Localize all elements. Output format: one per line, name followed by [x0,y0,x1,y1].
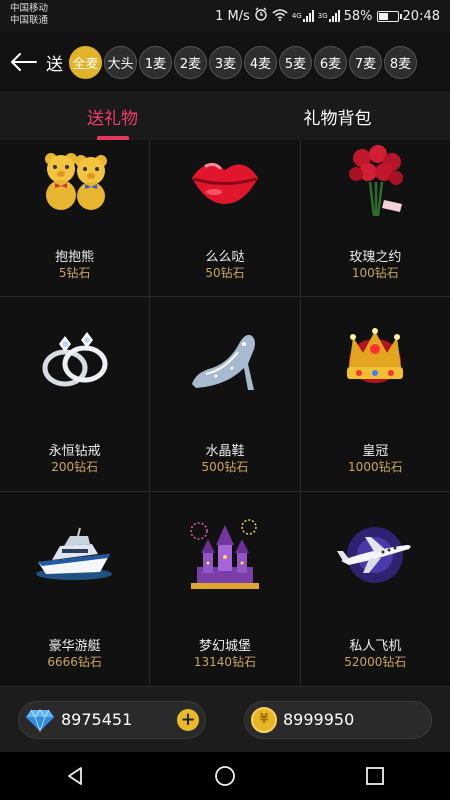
wifi-icon [272,8,288,25]
mic-button-4[interactable]: 4麦 [244,45,277,79]
mic-button-all[interactable]: 全麦 [69,45,102,79]
gift-name: 么么哒 [205,250,245,265]
gift-name: 抱抱熊 [55,250,95,265]
gift-price: 6666钻石 [47,655,102,669]
carrier-1: 中国移动 [10,3,49,14]
diamond-rings-icon [32,319,118,399]
battery-percent: 58% [343,8,373,24]
gift-name: 豪华游艇 [48,639,101,654]
gift-item-yacht[interactable]: 豪华游艇 6666钻石 [0,492,151,686]
top-bar: 送 全麦 大头 1麦 2麦 3麦 4麦 5麦 6麦 7麦 8麦 [0,32,450,92]
gift-price: 5钻石 [58,266,91,280]
crystal-shoe-icon [182,319,268,399]
mic-selector: 全麦 大头 1麦 2麦 3麦 4麦 5麦 6麦 7麦 8麦 [69,45,417,79]
gift-price: 1000钻石 [348,460,403,474]
gift-row: 豪华游艇 6666钻石 梦幻城堡 13140钻石 私人飞机 52000钻石 [0,492,450,686]
diamond-icon [26,708,54,732]
gift-item-roses[interactable]: 玫瑰之约 100钻石 [301,140,450,296]
gift-item-diamond-ring[interactable]: 永恒钻戒 200钻石 [0,297,151,491]
gift-name: 水晶鞋 [205,444,245,459]
mic-button-2[interactable]: 2麦 [174,45,207,79]
gift-name: 玫瑰之约 [349,250,402,265]
battery-icon [376,10,402,22]
gift-name: 梦幻城堡 [198,639,251,654]
alarm-icon [254,7,268,25]
gift-item-crown[interactable]: 皇冠 1000钻石 [301,297,450,491]
coin-icon: ¥ [251,706,277,733]
status-bar: 中国移动 中国联通 1 M/s 4G 3G 58% 20:48 [0,0,450,32]
gift-item-teddy-bear[interactable]: 抱抱熊 5钻石 [0,140,151,296]
mic-button-1[interactable]: 1麦 [139,45,172,79]
diamond-balance: 8975451 + [18,700,206,739]
rose-bouquet-icon [332,140,418,220]
battery-fill [378,12,389,20]
gift-grid: 抱抱熊 5钻石 么么哒 50钻石 玫瑰之约 100钻石 永恒钻戒 200钻石 水… [0,140,450,686]
carrier-2: 中国联通 [10,15,49,26]
back-button[interactable] [0,32,46,92]
carrier-info: 中国移动 中国联通 [10,3,48,27]
tab-send-gift[interactable]: 送礼物 [0,93,225,140]
gift-row: 永恒钻戒 200钻石 水晶鞋 500钻石 皇冠 1000钻石 [0,297,450,492]
signal-strength-icon [328,10,340,22]
diamond-balance-value: 8975451 [61,710,133,729]
network-3g-label: 3G [317,12,328,20]
gift-item-kiss[interactable]: 么么哒 50钻石 [150,140,301,296]
gift-price: 200钻石 [51,460,99,474]
triangle-back-icon [68,767,82,785]
gift-price: 500钻石 [201,460,249,474]
mic-button-host[interactable]: 大头 [104,45,137,79]
recharge-add-button[interactable]: + [177,708,199,731]
back-arrow-icon [11,53,37,71]
network-4g-label: 4G [291,12,302,20]
mic-button-8[interactable]: 8麦 [384,45,417,79]
coin-balance: ¥ 8999950 [244,700,432,739]
crown-icon [332,319,418,399]
status-indicators: 1 M/s 4G 3G 58% 20:48 [215,6,440,26]
nav-home-button[interactable] [195,752,255,800]
private-jet-icon [332,514,418,594]
square-recents-icon [366,767,384,785]
gift-tabs: 送礼物 礼物背包 [0,92,450,140]
gift-price: 13140钻石 [193,655,257,669]
system-nav-bar [0,752,450,800]
gift-item-private-jet[interactable]: 私人飞机 52000钻石 [301,492,450,686]
gift-name: 私人飞机 [349,639,402,654]
clock: 20:48 [402,8,440,24]
teddy-bears-icon [32,140,118,220]
mic-button-6[interactable]: 6麦 [314,45,347,79]
signal-strength-icon [302,10,314,22]
tab-gift-backpack-label: 礼物背包 [303,109,372,129]
gift-price: 52000钻石 [344,655,407,669]
castle-icon [182,514,268,594]
nav-recents-button[interactable] [345,752,405,800]
nav-back-button[interactable] [45,752,105,800]
tab-gift-backpack[interactable]: 礼物背包 [225,93,450,140]
mic-button-5[interactable]: 5麦 [279,45,312,79]
mic-button-3[interactable]: 3麦 [209,45,242,79]
network-speed: 1 M/s [215,8,250,24]
mic-button-7[interactable]: 7麦 [349,45,382,79]
gift-item-crystal-shoe[interactable]: 水晶鞋 500钻石 [150,297,301,491]
kiss-lips-icon [182,140,268,220]
gift-item-castle[interactable]: 梦幻城堡 13140钻石 [150,492,301,686]
yacht-icon [32,514,118,594]
gift-name: 皇冠 [362,444,389,459]
circle-home-icon [215,766,235,786]
gift-price: 100钻石 [351,266,399,280]
gift-row: 抱抱熊 5钻石 么么哒 50钻石 玫瑰之约 100钻石 [0,140,450,297]
gift-name: 永恒钻戒 [48,444,101,459]
send-to-label: 送 [46,54,63,75]
balance-bar: 8975451 + ¥ 8999950 [0,686,450,752]
gift-price: 50钻石 [205,266,245,280]
tab-send-gift-label: 送礼物 [87,109,138,129]
coin-balance-value: 8999950 [283,710,355,729]
